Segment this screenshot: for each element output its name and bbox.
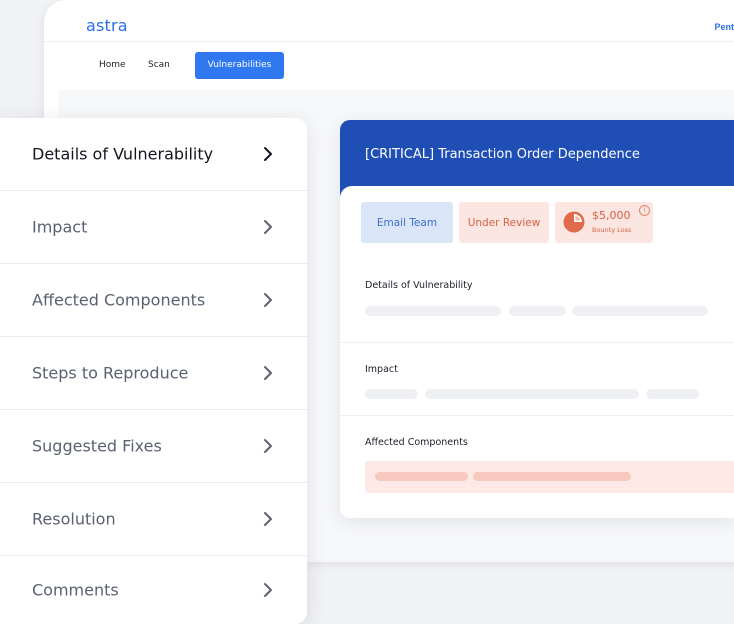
nav-home[interactable]: Home [87, 52, 138, 79]
placeholder-line [375, 472, 468, 481]
app-header: astra Pent [44, 0, 734, 42]
card-body: Email Team Under Review $5,000 Bounty Lo… [340, 186, 734, 518]
affected-components-bar [365, 461, 734, 493]
card-header: [CRITICAL] Transaction Order Dependence [340, 120, 734, 196]
section-title-impact: Impact [365, 364, 398, 375]
placeholder-line [365, 306, 501, 316]
section-sidebar: Details of Vulnerability Impact Affected… [0, 118, 307, 624]
chevron-right-icon [264, 293, 272, 307]
section-divider [340, 415, 734, 416]
email-team-button[interactable]: Email Team [361, 202, 453, 243]
nav-vulnerabilities[interactable]: Vulnerabilities [195, 52, 284, 79]
placeholder-line [646, 389, 699, 399]
placeholder-line [365, 389, 418, 399]
sidebar-item-label: Details of Vulnerability [32, 144, 214, 164]
section-title-details: Details of Vulnerability [365, 280, 473, 291]
bounty-loss-badge: $5,000 Bounty Loss i [555, 202, 653, 243]
chevron-right-icon [264, 439, 272, 453]
chevron-right-icon [264, 512, 272, 526]
sidebar-item-label: Comments [32, 580, 119, 600]
placeholder-line [473, 472, 631, 481]
main-nav: Home Scan Vulnerabilities [44, 42, 734, 90]
placeholder-line [509, 306, 566, 316]
pie-chart-icon [563, 211, 585, 233]
placeholder-line [425, 389, 639, 399]
bounty-amount: $5,000 [592, 209, 631, 222]
section-title-affected: Affected Components [365, 437, 468, 448]
sidebar-item-affected-components[interactable]: Affected Components [0, 264, 307, 337]
sidebar-item-details[interactable]: Details of Vulnerability [0, 118, 307, 191]
info-icon[interactable]: i [639, 205, 650, 216]
chevron-right-icon [264, 366, 272, 380]
placeholder-line [572, 306, 708, 316]
email-team-label: Email Team [376, 216, 438, 229]
sidebar-item-suggested-fixes[interactable]: Suggested Fixes [0, 410, 307, 483]
astra-logo[interactable]: astra [86, 16, 128, 35]
sidebar-item-label: Steps to Reproduce [32, 363, 189, 383]
sidebar-item-label: Suggested Fixes [32, 436, 162, 456]
status-label: Under Review [467, 216, 541, 229]
sidebar-item-label: Affected Components [32, 290, 206, 310]
chevron-right-icon [264, 220, 272, 234]
sidebar-item-comments[interactable]: Comments [0, 556, 307, 624]
sidebar-item-steps-to-reproduce[interactable]: Steps to Reproduce [0, 337, 307, 410]
bounty-label: Bounty Loss [592, 226, 632, 234]
vulnerability-card: [CRITICAL] Transaction Order Dependence … [340, 120, 734, 518]
chevron-right-icon [264, 147, 272, 161]
sidebar-item-impact[interactable]: Impact [0, 191, 307, 264]
vulnerability-title: [CRITICAL] Transaction Order Dependence [365, 147, 640, 162]
section-divider [340, 342, 734, 343]
chevron-right-icon [264, 583, 272, 597]
status-badge: Under Review [459, 202, 549, 243]
nav-scan[interactable]: Scan [136, 52, 182, 79]
sidebar-item-label: Impact [32, 217, 88, 237]
sidebar-item-label: Resolution [32, 509, 116, 529]
sidebar-item-resolution[interactable]: Resolution [0, 483, 307, 556]
top-right-link[interactable]: Pent [714, 22, 734, 32]
